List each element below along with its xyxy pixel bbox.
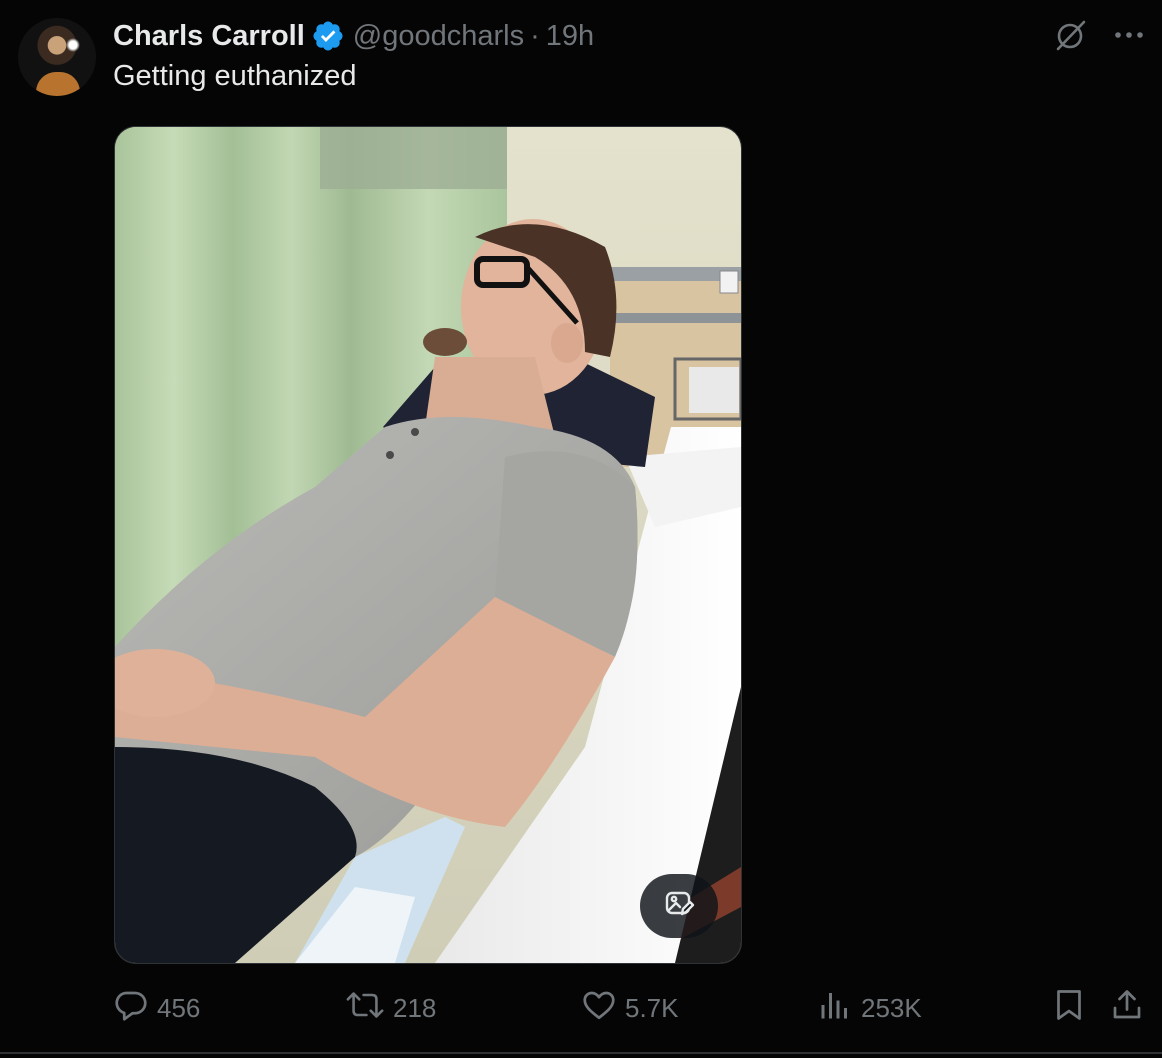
author-name[interactable]: Charls Carroll [113,20,305,53]
tweet-actions: 456 218 5.7K 253K [113,986,1153,1030]
separator-dot: · [530,19,540,52]
avatar-shirt [36,72,80,96]
bookmark-icon [1051,987,1095,1030]
avatar-light [66,38,80,52]
views-count: 253K [861,992,922,1023]
repost-count: 218 [393,992,437,1023]
author-handle[interactable]: @goodcharls [353,20,524,53]
views-icon [817,987,861,1030]
heart-icon [581,987,625,1030]
views-button[interactable]: 253K [817,986,922,1030]
more-icon[interactable] [1110,16,1148,54]
reply-button[interactable]: 456 [113,986,200,1030]
bookmark-button[interactable] [1051,986,1095,1030]
tweet-header: Charls Carroll @goodcharls · 19h [113,16,594,56]
edit-image-icon [663,888,695,925]
reply-count: 456 [157,992,201,1023]
tweet-photo[interactable] [114,126,742,964]
tweet-text: Getting euthanized [113,60,357,92]
repost-button[interactable]: 218 [345,986,436,1030]
edit-image-button[interactable] [640,874,718,938]
grok-icon[interactable] [1052,16,1090,54]
avatar[interactable] [18,18,96,96]
like-button[interactable]: 5.7K [581,986,679,1030]
divider [0,1052,1162,1054]
like-count: 5.7K [625,992,679,1023]
tweet-top-right-controls [1052,16,1148,54]
tweet: Charls Carroll @goodcharls · 19h Getting [0,0,1162,1058]
repost-icon [345,987,393,1030]
share-button[interactable] [1109,986,1153,1030]
share-icon [1109,987,1153,1030]
reply-icon [113,987,157,1030]
timestamp[interactable]: 19h [546,20,594,53]
verified-badge-icon [311,19,345,53]
